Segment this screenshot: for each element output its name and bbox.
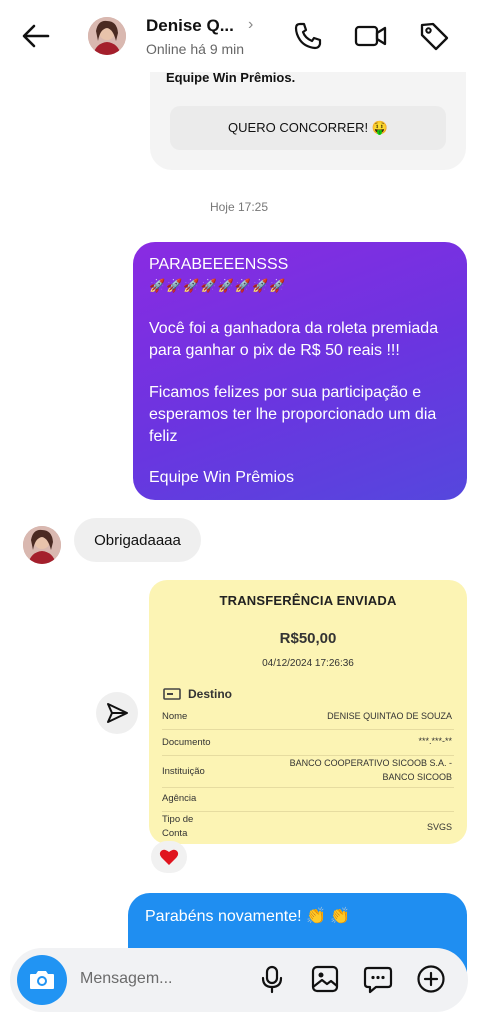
chat-header	[0, 0, 478, 72]
receipt-value: ***.***-**	[418, 736, 452, 746]
plus-icon[interactable]	[416, 964, 446, 994]
receipt-label: Nome	[162, 711, 188, 722]
receipt-label: Agência	[162, 793, 197, 804]
receipt-divider	[162, 729, 454, 730]
message-line: para ganhar o pix de R$ 50 reais !!!	[149, 342, 400, 359]
receipt-divider	[162, 755, 454, 756]
chevron-right-icon[interactable]: ›	[248, 16, 253, 34]
camera-icon	[30, 971, 54, 989]
message-line: esperamos ter lhe proporcionado um dia	[149, 406, 437, 423]
sticker-chat-icon[interactable]	[363, 964, 393, 994]
message-line: Equipe Win Prêmios	[149, 469, 294, 486]
receipt-amount: R$50,00	[279, 630, 337, 647]
message-input[interactable]	[80, 970, 240, 988]
message-line: PARABEEEENSSS	[149, 256, 289, 273]
sender-avatar[interactable]	[23, 526, 61, 564]
heart-reaction-icon[interactable]	[151, 841, 187, 873]
rocket-emoji-line: 🚀🚀🚀🚀🚀🚀🚀🚀	[149, 278, 287, 293]
receipt-value: DENISE QUINTAO DE SOUZA	[327, 711, 452, 721]
message-line: feliz	[149, 428, 178, 445]
message-timestamp: Hoje 17:25	[209, 200, 269, 214]
phone-icon[interactable]	[292, 20, 324, 52]
back-arrow-icon[interactable]	[20, 20, 52, 52]
tag-icon[interactable]	[418, 20, 450, 52]
share-icon[interactable]	[96, 692, 138, 734]
receipt-title: TRANSFERÊNCIA ENVIADA	[219, 593, 397, 608]
message-line: Ficamos felizes por sua participação e	[149, 384, 422, 401]
receipt-label: Conta	[162, 828, 188, 839]
receipt-section-title: Destino	[188, 687, 233, 701]
receipt-label: Tipo de	[162, 814, 194, 825]
last-message-text: Parabéns novamente! 👏 👏	[145, 908, 351, 925]
gallery-icon[interactable]	[310, 964, 340, 994]
receipt-label: Documento	[162, 737, 211, 748]
camera-button[interactable]	[17, 955, 67, 1005]
receipt-divider	[162, 787, 454, 788]
receipt-label: Instituição	[162, 766, 205, 777]
video-call-icon[interactable]	[354, 20, 387, 52]
receipt-value: BANCO SICOOB	[382, 772, 452, 782]
contact-avatar[interactable]	[88, 17, 126, 55]
microphone-icon[interactable]	[257, 964, 287, 994]
receipt-value: BANCO COOPERATIVO SICOOB S.A. -	[289, 758, 452, 768]
received-message-bubble[interactable]: Obrigadaaaa	[74, 518, 201, 562]
contact-status: Online há 9 min	[146, 41, 245, 57]
receipt-value: SVGS	[426, 822, 452, 832]
receipt-datetime: 04/12/2024 17:26:36	[262, 658, 354, 669]
contact-name[interactable]: Denise Q...	[146, 16, 234, 36]
destination-icon	[163, 687, 183, 701]
receipt-divider	[162, 811, 454, 812]
cta-button[interactable]: QUERO CONCORRER! 🤑	[170, 106, 446, 150]
previous-message-signature: Equipe Win Prêmios.	[166, 70, 296, 85]
message-line: Você foi a ganhadora da roleta premiada	[149, 320, 439, 337]
